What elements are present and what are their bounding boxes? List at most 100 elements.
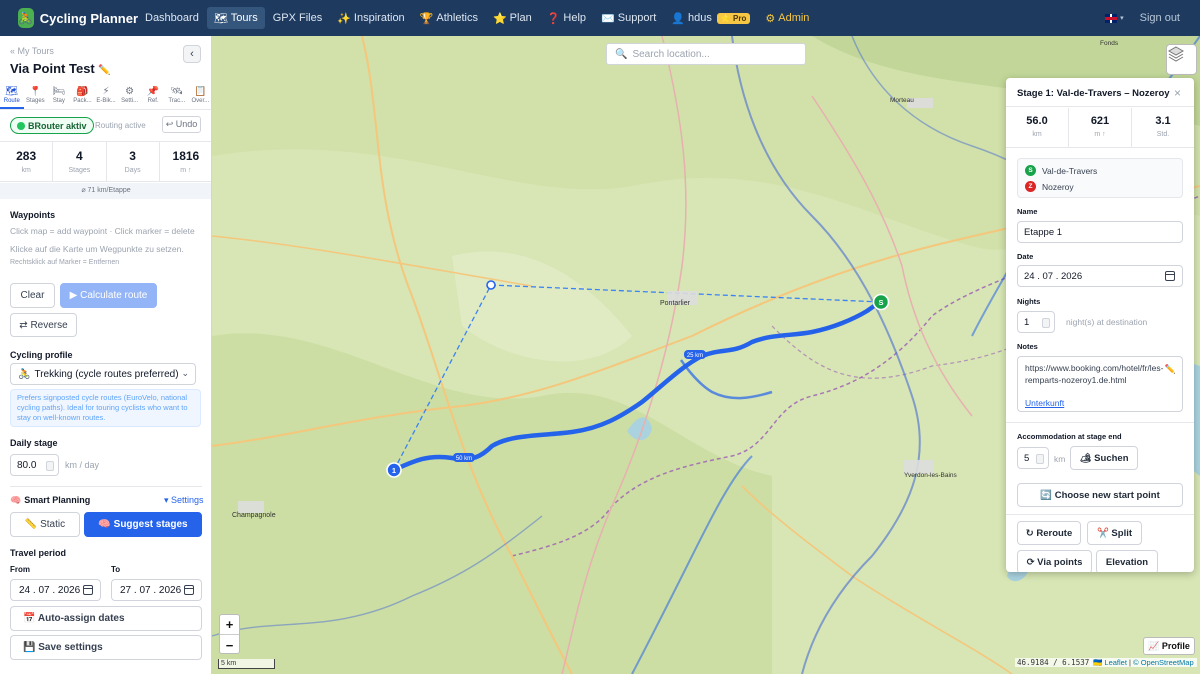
spinner-icon[interactable] <box>1042 318 1050 328</box>
nav-gpx-label: GPX Files <box>272 12 323 24</box>
nights-value: 1 <box>1024 316 1030 328</box>
zoom-out-button[interactable]: − <box>220 635 239 655</box>
pro-badge: ⭐ Pro <box>716 12 751 24</box>
place-label-pontarlier: Pontarlier <box>660 300 691 307</box>
nav-user[interactable]: 👤 hdus ⭐ Pro <box>664 7 757 29</box>
elevation-button[interactable]: Elevation <box>1096 550 1158 572</box>
tab-stages[interactable]: 📍 Stages <box>24 86 48 109</box>
calendar-icon[interactable] <box>83 585 93 595</box>
tab-stay-label: Stay <box>52 98 65 104</box>
stat-elevation: 1816 m ↑ <box>160 142 211 181</box>
smart-planning-label: Smart Planning <box>24 495 91 505</box>
suggest-stages-button[interactable]: 🧠 Suggest stages <box>84 512 202 537</box>
chevron-down-icon: ⌄ <box>181 368 189 378</box>
pencil-icon[interactable]: ✏️ <box>98 65 110 76</box>
reverse-button[interactable]: ⇄ Reverse <box>10 313 77 337</box>
tour-title-text: Via Point Test <box>10 61 95 76</box>
smart-planning-settings-link[interactable]: ▾ Settings <box>164 495 204 506</box>
waypoints-heading: Waypoints <box>10 210 56 220</box>
sidebar: « My Tours Via Point Test ✏️ ‹ 🗺 Route 📍 S… <box>0 36 212 674</box>
search-placeholder: Search location... <box>632 48 710 60</box>
from-date-value: 24 . 07 . 2026 <box>19 584 81 596</box>
static-button[interactable]: 📏 Static <box>10 512 80 537</box>
calendar-icon[interactable] <box>1165 271 1175 281</box>
stage-end[interactable]: Z Nozeroy <box>1025 181 1074 192</box>
tab-tracking[interactable]: 🛰 Trac... <box>165 86 189 109</box>
via-points-button[interactable]: ⟳ Via points <box>1017 550 1092 572</box>
satellite-icon: 🛰 <box>170 86 184 97</box>
stage-date-input[interactable]: 24 . 07 . 2026 <box>1017 265 1183 287</box>
language-selector[interactable]: ▾ <box>1105 13 1124 23</box>
zoom-in-button[interactable]: + <box>220 615 239 635</box>
accommodation-radius-input[interactable]: 5 <box>1017 447 1049 469</box>
tab-route[interactable]: 🗺 Route <box>0 86 24 109</box>
stage-stat-duration: 3.1 Std. <box>1132 108 1194 147</box>
nav-admin[interactable]: ⚙ Admin <box>758 7 816 29</box>
save-settings-button[interactable]: 💾 Save settings <box>10 635 202 660</box>
nav-dashboard[interactable]: Dashboard <box>138 7 206 29</box>
location-search[interactable]: 🔍 Search location... <box>606 43 806 65</box>
close-icon[interactable]: × <box>1174 86 1181 100</box>
to-date-input[interactable]: 27 . 07 . 2026 <box>111 579 202 601</box>
leaflet-link[interactable]: 🇺🇦 Leaflet <box>1093 658 1127 667</box>
map-icon: 🗺 <box>5 86 19 97</box>
nights-input[interactable]: 1 <box>1017 311 1055 333</box>
divider <box>10 486 202 487</box>
nav-tours-label: Tours <box>230 12 258 24</box>
nav-athletics[interactable]: 🏆 Athletics <box>413 7 485 29</box>
reroute-button[interactable]: ↻ Reroute <box>1017 521 1081 545</box>
stat-value: 3.1 <box>1155 115 1171 127</box>
split-button[interactable]: ✂️ Split <box>1087 521 1142 545</box>
stage-date-value: 24 . 07 . 2026 <box>1024 270 1083 282</box>
nav-support[interactable]: ✉️ Support <box>594 7 663 29</box>
collapse-sidebar-button[interactable]: ‹ <box>183 45 201 63</box>
nav-inspiration[interactable]: ✨ Inspiration <box>330 7 411 29</box>
stat-value: 1816 <box>172 149 200 163</box>
tab-ref[interactable]: 📌 Ref. <box>141 86 165 109</box>
tab-overview[interactable]: 📋 Over... <box>189 86 212 109</box>
top-nav: 🚴 Cycling Planner Dashboard 🗺 Tours GPX F… <box>0 0 1200 36</box>
spinner-icon[interactable] <box>1036 454 1044 464</box>
pencil-icon[interactable]: ✏️ <box>1165 363 1176 375</box>
profile-button[interactable]: 📈 Profile <box>1143 637 1195 655</box>
brouter-toggle[interactable]: BRouter aktiv <box>10 117 94 134</box>
attribution-separator: | <box>1129 658 1131 667</box>
end-badge-icon: Z <box>1025 181 1036 192</box>
nav-tours[interactable]: 🗺 Tours <box>206 7 265 29</box>
calendar-icon[interactable] <box>184 585 194 595</box>
clear-button[interactable]: Clear <box>10 283 55 308</box>
stage-name-input[interactable]: Etappe 1 <box>1017 221 1183 243</box>
stage-start[interactable]: S Val-de-Travers <box>1025 165 1097 176</box>
back-to-my-tours-link[interactable]: « My Tours <box>10 46 54 56</box>
tab-ebike[interactable]: ⚡ E-Bik... <box>94 86 118 109</box>
sign-out-link[interactable]: Sign out <box>1140 12 1180 24</box>
spinner-icon[interactable] <box>46 461 54 471</box>
tour-stats: 283 km 4 Stages 3 Days 1816 m ↑ <box>0 141 211 182</box>
daily-stage-input[interactable]: 80.0 <box>10 454 59 476</box>
tab-stay[interactable]: 🛏 Stay <box>47 86 71 109</box>
brouter-label: BRouter aktiv <box>28 120 87 131</box>
notes-value: https://www.booking.com/hotel/fr/les-rem… <box>1025 363 1164 385</box>
tab-packing[interactable]: 🎒 Pack... <box>71 86 95 109</box>
bike-logo-icon: 🚴 <box>18 8 34 28</box>
choose-new-start-button[interactable]: 🔄 Choose new start point <box>1017 483 1183 507</box>
notes-field[interactable]: https://www.booking.com/hotel/fr/les-rem… <box>1017 356 1183 412</box>
brand[interactable]: 🚴 Cycling Planner <box>18 8 138 28</box>
accommodation-link[interactable]: Unterkunft <box>1025 397 1064 409</box>
cycling-profile-select[interactable]: 🚴 Trekking (cycle routes preferred) ⌄ <box>10 363 196 385</box>
tab-settings[interactable]: ⚙ Setti... <box>118 86 142 109</box>
calculate-route-button[interactable]: ▶ Calculate route <box>60 283 157 308</box>
search-accommodation-button[interactable]: 🏕 Suchen <box>1070 446 1138 470</box>
nav-plan[interactable]: ⭐ Plan <box>486 7 539 29</box>
nav-help[interactable]: ❓ Help <box>540 7 593 29</box>
undo-button[interactable]: ↩ Undo <box>162 116 201 133</box>
distance-label-25km: 25 km <box>687 353 703 359</box>
osm-link[interactable]: © OpenStreetMap <box>1133 658 1194 667</box>
auto-assign-dates-button[interactable]: 📅 Auto-assign dates <box>10 606 202 631</box>
tab-settings-label: Setti... <box>121 98 139 104</box>
distance-label-50km: 50 km <box>456 456 472 462</box>
layers-button[interactable] <box>1166 44 1197 75</box>
nav-gpx-files[interactable]: GPX Files <box>266 7 330 29</box>
waypoint-1-label: 1 <box>392 466 396 475</box>
from-date-input[interactable]: 24 . 07 . 2026 <box>10 579 101 601</box>
